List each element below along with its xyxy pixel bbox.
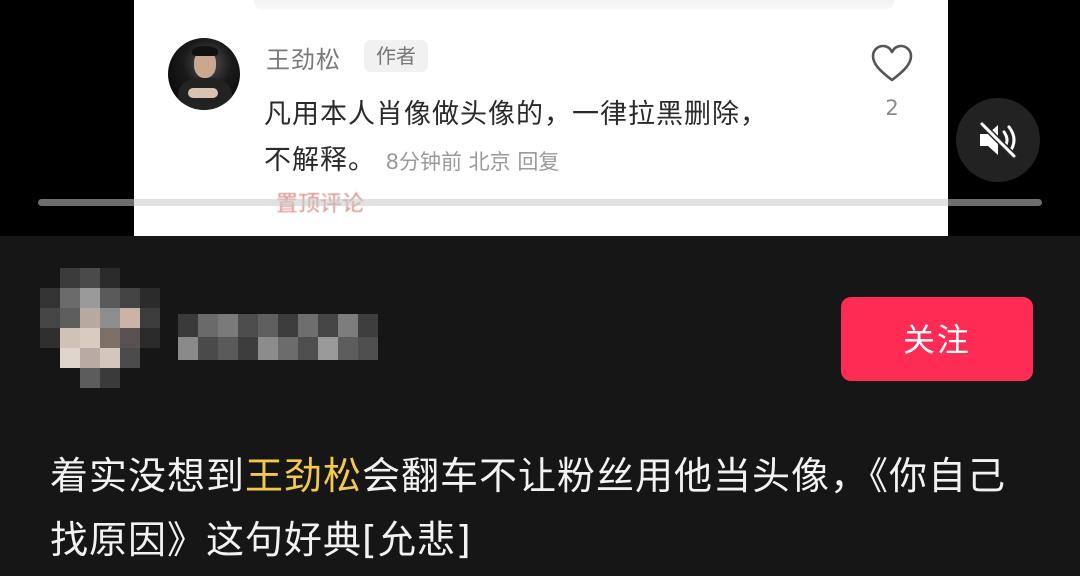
post-caption: 着实没想到王劲松会翻车不让粉丝用他当头像，《你自己找原因》这句好典[允悲] bbox=[50, 444, 1030, 572]
mute-button[interactable] bbox=[956, 98, 1040, 182]
heart-icon[interactable] bbox=[870, 44, 914, 84]
video-progress-bar[interactable] bbox=[38, 199, 1042, 206]
like-count: 2 bbox=[885, 96, 899, 120]
previous-comment-edge bbox=[254, 0, 894, 10]
mute-icon bbox=[979, 121, 1017, 159]
comment-username[interactable]: 王劲松 bbox=[266, 40, 341, 75]
poster-username-pixelated[interactable] bbox=[178, 314, 378, 360]
caption-mention[interactable]: 王劲松 bbox=[245, 454, 362, 498]
poster-avatar[interactable] bbox=[40, 268, 160, 388]
commenter-avatar[interactable] bbox=[168, 38, 240, 110]
follow-button[interactable]: 关注 bbox=[841, 297, 1033, 381]
caption-text-before: 着实没想到 bbox=[50, 454, 246, 498]
author-badge: 作者 bbox=[364, 40, 428, 72]
